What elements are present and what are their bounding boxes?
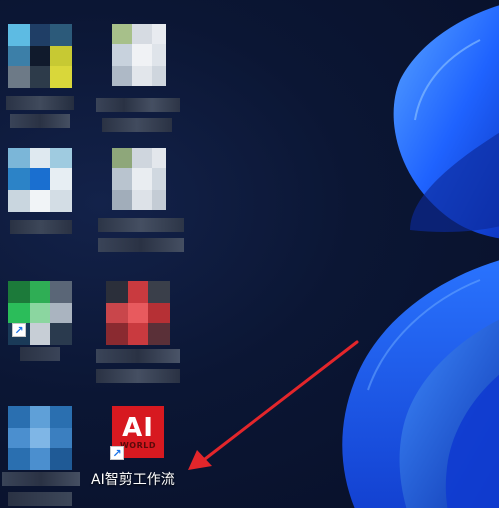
blurred-label [20,347,60,361]
blurred-label [102,118,172,132]
desktop-icon-label: AI智剪工作流 [91,472,175,488]
desktop-icon-blurred-file-1[interactable] [92,18,182,138]
pixelated-app-icon [8,406,72,470]
desktop[interactable]: ↗ AI WORLD ↗ AI智剪工作流 [0,0,499,508]
blurred-label [10,220,72,234]
blurred-label [96,349,180,363]
pixelated-app-icon [8,148,72,212]
desktop-icon-blurred-app-4[interactable] [92,275,182,390]
shortcut-arrow-icon: ↗ [12,323,26,337]
pixelated-file-icon [106,148,170,212]
pixelated-app-icon [106,281,170,345]
blurred-label [10,114,70,128]
blurred-label [6,96,74,110]
desktop-icon-ai-workflow[interactable]: AI WORLD ↗ AI智剪工作流 [88,400,178,500]
blurred-label [2,472,80,486]
desktop-icon-blurred-app-5[interactable] [0,400,90,508]
blurred-label [8,492,72,506]
blurred-label [96,98,180,112]
pixelated-file-icon [106,24,170,88]
ai-logo-text: AI [122,412,154,443]
blurred-label [96,369,180,383]
desktop-icon-blurred-app-2[interactable] [0,140,90,250]
pixelated-app-icon [8,24,72,88]
blurred-label [98,218,184,232]
desktop-icon-blurred-app-3[interactable]: ↗ [0,275,90,365]
desktop-icon-blurred-file-2[interactable] [92,140,184,260]
desktop-icon-blurred-app-1[interactable] [0,18,90,138]
ai-logo-subtext: WORLD [119,440,157,450]
shortcut-arrow-icon: ↗ [110,446,124,460]
blurred-label [98,238,184,252]
